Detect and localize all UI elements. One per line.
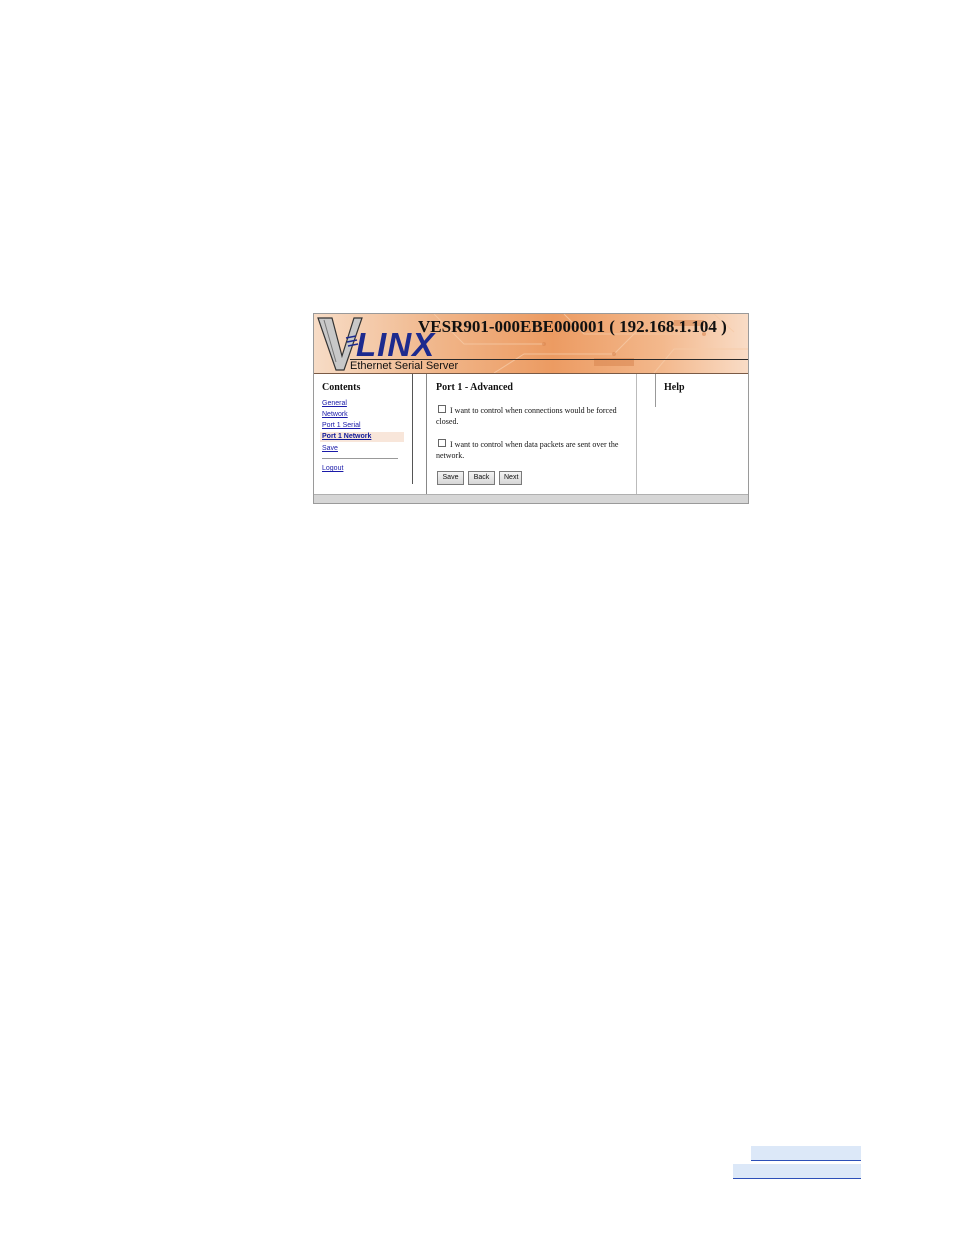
- page-link-top[interactable]: [751, 1146, 861, 1161]
- sidebar-item-general[interactable]: General: [322, 400, 347, 407]
- page-link-bottom[interactable]: [733, 1164, 861, 1179]
- back-button[interactable]: Back: [468, 471, 495, 485]
- header-banner: LINX VESR901-000EBE000001 ( 192.168.1.10…: [314, 314, 748, 374]
- forced-close-label: I want to control when connections would…: [436, 406, 617, 426]
- option-forced-close: I want to control when connections would…: [436, 405, 626, 427]
- help-heading: Help: [664, 382, 685, 393]
- page-title: Port 1 - Advanced: [436, 382, 513, 393]
- sidebar-item-port1-serial[interactable]: Port 1 Serial: [322, 422, 361, 429]
- sidebar-divider: [412, 374, 413, 484]
- sidebar-separator: [322, 458, 398, 459]
- help-divider: [636, 374, 637, 494]
- save-button[interactable]: Save: [437, 471, 464, 485]
- packet-control-checkbox[interactable]: [438, 439, 446, 447]
- sidebar-item-network[interactable]: Network: [322, 411, 348, 418]
- device-config-screenshot: LINX VESR901-000EBE000001 ( 192.168.1.10…: [313, 313, 749, 504]
- forced-close-checkbox[interactable]: [438, 405, 446, 413]
- help-inner-divider: [655, 374, 656, 407]
- footer-bar: [314, 494, 748, 503]
- next-button[interactable]: Next: [499, 471, 522, 485]
- sidebar-item-save[interactable]: Save: [322, 445, 338, 452]
- option-packet-control: I want to control when data packets are …: [436, 439, 626, 461]
- sidebar-item-logout[interactable]: Logout: [322, 465, 343, 472]
- contents-heading: Contents: [322, 382, 361, 393]
- banner-subtitle: Ethernet Serial Server: [350, 360, 459, 372]
- main-divider: [426, 374, 427, 494]
- sidebar-item-port1-network[interactable]: Port 1 Network: [322, 433, 371, 440]
- device-title: VESR901-000EBE000001 ( 192.168.1.104 ): [418, 317, 727, 336]
- packet-control-label: I want to control when data packets are …: [436, 440, 619, 460]
